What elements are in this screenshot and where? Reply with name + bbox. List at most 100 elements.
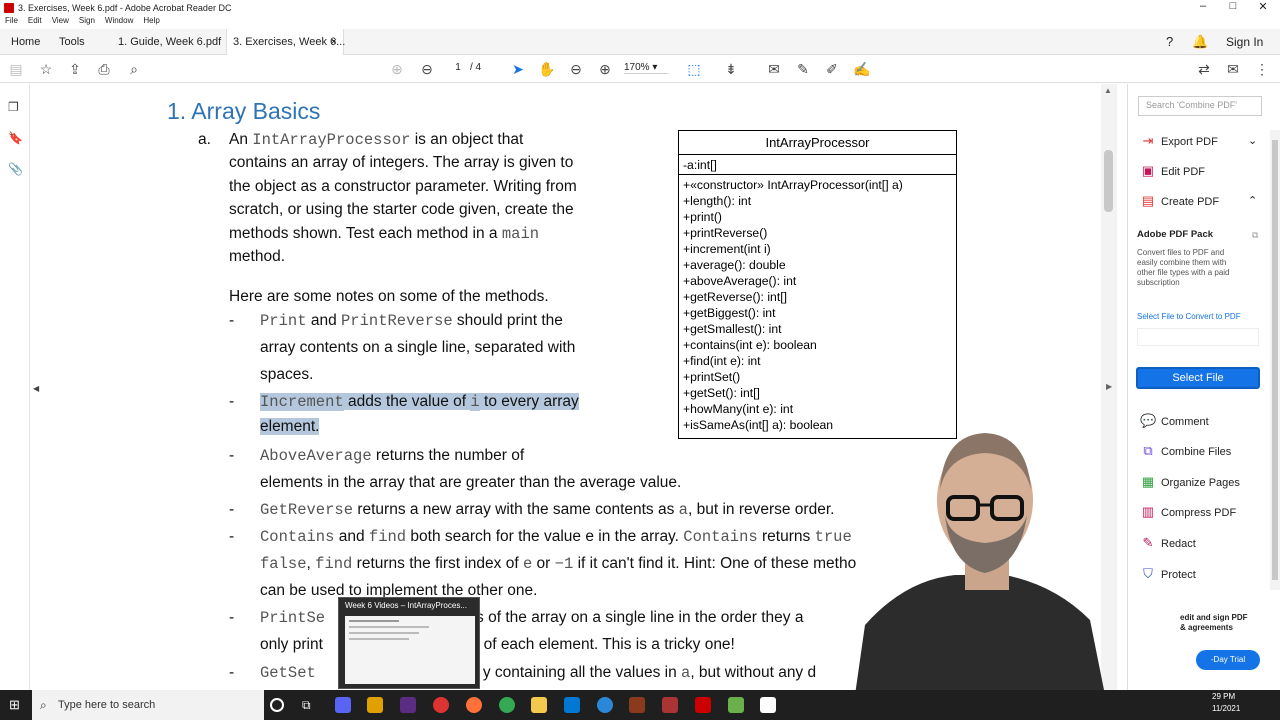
create-pdf-tool[interactable]: ▤ Create PDF ⌃ (1140, 191, 1257, 211)
scrollbar-thumb[interactable] (1104, 150, 1113, 212)
maximize-button[interactable]: □ (1218, 0, 1248, 12)
zoom-select[interactable]: 170% ▾ (624, 62, 668, 74)
tool-label: Export PDF (1161, 136, 1218, 148)
free-trial-button[interactable]: -Day Trial (1196, 650, 1260, 670)
select-file-button[interactable]: Select File (1136, 367, 1260, 389)
code-get-set: GetSet (260, 664, 316, 682)
bookmark-icon[interactable]: 🔖 (8, 131, 23, 145)
bell-icon[interactable]: 🔔 (1186, 29, 1214, 55)
mail-icon[interactable]: ✉ (1223, 60, 1243, 78)
page-down-icon[interactable]: ⊖ (417, 60, 437, 78)
file-explorer-icon[interactable] (531, 697, 547, 713)
protect-shield-icon: ⛉ (1143, 566, 1153, 581)
outlook-icon[interactable] (564, 697, 580, 713)
comment-tool[interactable]: 💬 Comment (1140, 411, 1209, 431)
redact-tool[interactable]: ✎ Redact (1140, 533, 1196, 553)
zoom-in-icon[interactable]: ⊕ (595, 60, 615, 78)
organize-pages-tool[interactable]: ▦ Organize Pages (1140, 472, 1240, 492)
tool-label: Comment (1161, 416, 1209, 428)
tab-home[interactable]: Home (5, 29, 46, 55)
code-a: a (681, 664, 691, 682)
expand-left-icon[interactable]: ◀ (33, 382, 47, 396)
tab-guide-pdf[interactable]: 1. Guide, Week 6.pdf (112, 29, 227, 55)
page-up-icon[interactable]: ⊕ (387, 60, 407, 78)
menu-help[interactable]: Help (143, 16, 159, 28)
file-drop-area[interactable] (1137, 328, 1259, 346)
select-file-convert-link[interactable]: Select File to Convert to PDF (1137, 312, 1241, 321)
right-pane-scroll-thumb[interactable] (1272, 140, 1278, 580)
app-icon[interactable] (433, 697, 449, 713)
help-icon[interactable]: ? (1160, 29, 1179, 55)
fill-sign-icon[interactable]: ✍ (852, 60, 872, 78)
copy-icon[interactable]: ⧉ (1252, 230, 1258, 241)
acrobat-icon[interactable] (695, 697, 711, 713)
save-icon[interactable]: ▤ (6, 60, 26, 78)
scroll-up-icon[interactable]: ▲ (1104, 86, 1112, 95)
menu-file[interactable]: File (5, 16, 18, 28)
note-text-highlighted: adds the value of (343, 393, 471, 410)
select-arrow-icon[interactable]: ➤ (508, 60, 528, 78)
note-text: if it can't find it. Hint: One of these … (573, 555, 857, 572)
note-increment-line-2[interactable]: element. (260, 416, 320, 438)
hand-icon[interactable]: ✋ (537, 60, 557, 78)
clock-date[interactable]: 11/2021 (1212, 704, 1240, 713)
zoom-out-icon[interactable]: ⊖ (566, 60, 586, 78)
share-icon[interactable]: ⇄ (1194, 60, 1214, 78)
uml-method: +aboveAverage(): int (683, 274, 797, 288)
firefox-icon[interactable] (466, 697, 482, 713)
search-icon[interactable]: ⌕ (124, 60, 144, 78)
page-thumbnails-icon[interactable]: ❐ (8, 100, 22, 114)
cortana-icon[interactable] (270, 698, 284, 712)
menu-window[interactable]: Window (105, 16, 133, 28)
close-window-button[interactable]: ✕ (1248, 0, 1278, 13)
app-icon[interactable] (662, 697, 678, 713)
note-print-line-1: Print and PrintReverse should print the (260, 312, 563, 330)
edit-pdf-tool[interactable]: ▣ Edit PDF (1140, 161, 1205, 181)
minimize-button[interactable]: – (1188, 0, 1218, 12)
chrome-icon[interactable] (499, 697, 515, 713)
task-view-icon[interactable]: ⧉ (302, 697, 318, 713)
draw-icon[interactable]: ✐ (822, 60, 842, 78)
comment-icon[interactable]: ✉ (764, 60, 784, 78)
protect-tool[interactable]: ⛉ Protect (1140, 564, 1196, 584)
attachment-icon[interactable]: 📎 (8, 162, 23, 176)
app-icon[interactable] (629, 697, 645, 713)
page-number-input[interactable]: 1 (448, 62, 468, 73)
print-icon[interactable]: ⎙ (94, 60, 114, 78)
sign-in-link[interactable]: Sign In (1220, 29, 1269, 55)
right-pane-scrollbar[interactable] (1270, 130, 1280, 590)
tab-exercises-pdf[interactable]: 3. Exercises, Week 6... × (226, 29, 345, 55)
visual-studio-icon[interactable] (400, 697, 416, 713)
menu-edit[interactable]: Edit (28, 16, 42, 28)
note-increment-line-1[interactable]: Increment adds the value of i to every a… (260, 389, 579, 415)
star-icon[interactable]: ☆ (36, 60, 56, 78)
highlight-pen-icon[interactable]: ✎ (793, 60, 813, 78)
close-tab-icon[interactable]: × (331, 29, 337, 55)
clock-time[interactable]: 29 PM (1212, 692, 1235, 701)
upload-icon[interactable]: ⇪ (65, 60, 85, 78)
taskbar-search-input[interactable]: Type here to search (32, 690, 264, 720)
app-icon[interactable] (367, 697, 383, 713)
tools-search-input[interactable]: Search 'Combine PDF' (1138, 96, 1262, 116)
app-icon[interactable] (597, 697, 613, 713)
discord-icon[interactable] (335, 697, 351, 713)
expand-right-pane-icon[interactable]: ▶ (1106, 382, 1112, 391)
tab-bar: Home Tools 1. Guide, Week 6.pdf 3. Exerc… (0, 29, 1280, 55)
compress-pdf-tool[interactable]: ▥ Compress PDF (1140, 502, 1236, 522)
windows-start-icon[interactable]: ⊞ (9, 698, 23, 712)
combine-files-tool[interactable]: ⧉ Combine Files (1140, 441, 1231, 461)
app-icon[interactable] (760, 697, 776, 713)
app-icon[interactable] (728, 697, 744, 713)
menu-view[interactable]: View (52, 16, 69, 28)
tool-label: Organize Pages (1161, 477, 1240, 489)
menu-sign[interactable]: Sign (79, 16, 95, 28)
tab-tools[interactable]: Tools (53, 29, 91, 55)
scroll-mode-icon[interactable]: ⇟ (721, 60, 741, 78)
thumbnail-title: Week 6 Videos – IntArrayProces... (345, 601, 467, 610)
more-icon[interactable]: ⋮ (1252, 60, 1272, 78)
export-pdf-tool[interactable]: ⇥ Export PDF ⌄ (1140, 131, 1258, 151)
taskbar-thumbnail-preview[interactable]: Week 6 Videos – IntArrayProces... (338, 597, 480, 689)
bullet: - (229, 393, 235, 410)
thumbnail-image (345, 616, 475, 684)
fit-page-icon[interactable]: ⬚ (684, 60, 704, 78)
